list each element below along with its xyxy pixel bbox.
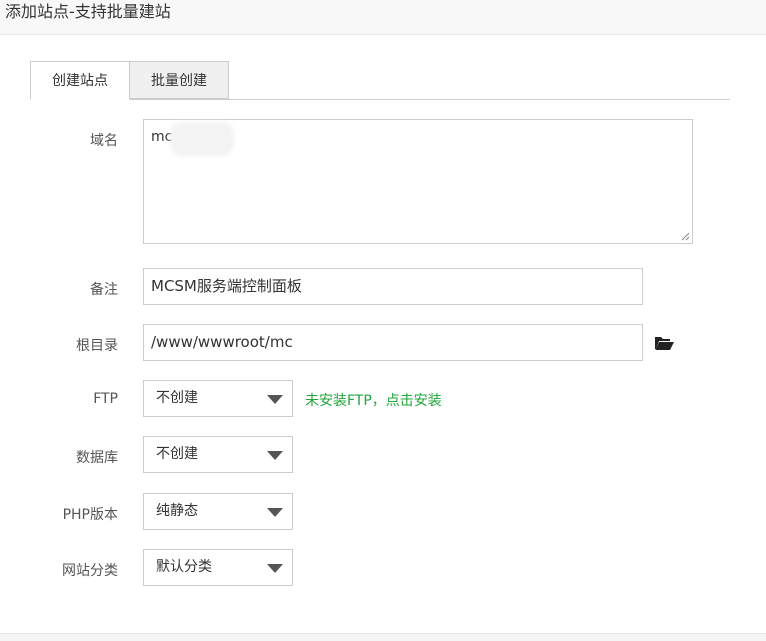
database-select-value: 不创建: [156, 446, 198, 462]
php-version-select[interactable]: 纯静态: [143, 493, 293, 530]
php-version-label: PHP版本: [62, 507, 118, 523]
redacted-blur: [170, 122, 234, 156]
site-category-select-value: 默认分类: [156, 559, 212, 575]
remark-label: 备注: [90, 282, 118, 298]
domain-label: 域名: [90, 133, 118, 149]
root-dir-label: 根目录: [76, 338, 118, 354]
install-ftp-link[interactable]: 未安装FTP，点击安装: [305, 390, 442, 410]
site-category-label: 网站分类: [62, 563, 118, 579]
dialog-titlebar: 添加站点-支持批量建站: [0, 0, 766, 35]
remark-input[interactable]: MCSM服务端控制面板: [143, 268, 643, 305]
database-label: 数据库: [76, 450, 118, 466]
folder-open-icon[interactable]: [654, 335, 674, 351]
caret-down-icon: [267, 564, 283, 573]
caret-down-icon: [267, 395, 283, 404]
tab-create-site[interactable]: 创建站点: [30, 61, 130, 100]
database-select[interactable]: 不创建: [143, 436, 293, 473]
ftp-select[interactable]: 不创建: [143, 380, 293, 417]
tab-batch-create[interactable]: 批量创建: [130, 61, 229, 99]
root-dir-input[interactable]: /www/wwwroot/mc: [143, 324, 643, 361]
site-category-select[interactable]: 默认分类: [143, 549, 293, 586]
tabs-divider: [30, 99, 730, 100]
caret-down-icon: [267, 451, 283, 460]
dialog-title: 添加站点-支持批量建站: [5, 2, 171, 21]
resize-handle-icon[interactable]: [681, 232, 690, 241]
domain-textarea[interactable]: mc: [143, 119, 693, 244]
ftp-select-value: 不创建: [156, 390, 198, 406]
php-version-select-value: 纯静态: [156, 503, 198, 519]
ftp-label: FTP: [93, 391, 118, 407]
caret-down-icon: [267, 508, 283, 517]
